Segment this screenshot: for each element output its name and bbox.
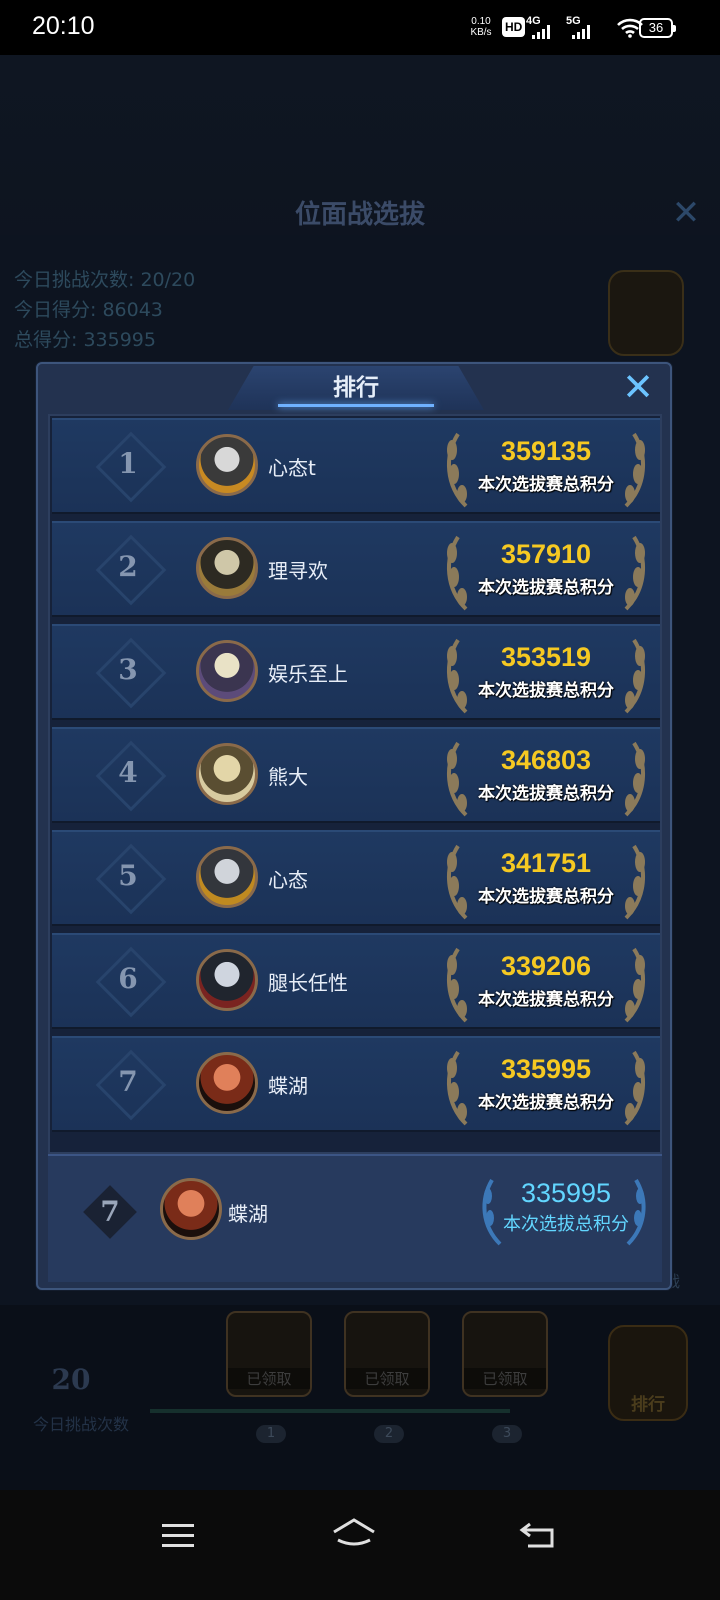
my-score: 335995 [520, 1178, 612, 1208]
player-name: 理寻欢 [268, 559, 328, 583]
score-caption: 本次选拔赛总积分 [478, 578, 614, 598]
my-rank-number: 7 [100, 1195, 120, 1228]
avatar[interactable] [196, 537, 258, 599]
avatar[interactable] [196, 1052, 258, 1114]
score-caption: 本次选拔赛总积分 [478, 475, 614, 495]
score-caption: 本次选拔赛总积分 [478, 681, 614, 701]
system-nav-bar [0, 1490, 720, 1600]
rank-number: 4 [118, 756, 138, 789]
back-icon[interactable] [508, 1510, 568, 1560]
status-bar: 20:10 0.10 KB/s HD 4G 5G 36 [0, 0, 720, 55]
chest-index: 3 [492, 1425, 522, 1443]
background-close-icon[interactable]: ✕ [668, 195, 704, 231]
clock: 20:10 [32, 12, 95, 40]
stat-challenges: 今日挑战次数: 20/20 [14, 269, 196, 291]
today-count-label: 今日挑战次数 [32, 1415, 129, 1434]
player-name: 心态t [268, 456, 316, 480]
player-score: 359135 [500, 436, 592, 466]
ranking-list[interactable]: 1 心态t 359135 本次选拔赛总积分 2 理寻欢 357910 本次选拔赛总积分 3 娱乐至… [48, 414, 662, 1154]
modal-title: 排行 [333, 375, 379, 401]
reward-chest-3[interactable]: 已领取 3 [462, 1311, 548, 1443]
today-challenges: 20 今日挑战次数 [16, 1345, 129, 1455]
ranking-row[interactable]: 1 心态t 359135 本次选拔赛总积分 [52, 418, 660, 514]
player-score: 357910 [500, 539, 592, 569]
background-rank-button[interactable]: 排行 [608, 1325, 688, 1421]
sim2-signal-icon: 5G [566, 15, 606, 39]
reward-progress-bar [150, 1409, 510, 1413]
ranking-row[interactable]: 4 熊大 346803 本次选拔赛总积分 [52, 727, 660, 823]
ranking-row[interactable]: 6 腿长任性 339206 本次选拔赛总积分 [52, 933, 660, 1029]
ranking-row[interactable]: 2 理寻欢 357910 本次选拔赛总积分 [52, 521, 660, 617]
rank-number: 6 [118, 962, 138, 995]
ranking-row[interactable]: 5 心态 341751 本次选拔赛总积分 [52, 830, 660, 926]
modal-header: 排行 ✕ [38, 364, 670, 414]
chest-claimed-label: 已领取 [346, 1368, 428, 1389]
close-icon[interactable]: ✕ [620, 368, 656, 406]
title-glow [278, 404, 434, 407]
chest-claimed-label: 已领取 [228, 1368, 310, 1389]
avatar[interactable] [196, 434, 258, 496]
ranking-row[interactable]: 3 娱乐至上 353519 本次选拔赛总积分 [52, 624, 660, 720]
player-score: 341751 [500, 848, 592, 878]
hd-voice-icon: HD [502, 17, 526, 37]
ranking-row[interactable]: 7 蝶湖 335995 本次选拔赛总积分 [52, 1036, 660, 1132]
player-score: 335995 [500, 1054, 592, 1084]
player-score: 339206 [500, 951, 592, 981]
score-caption: 本次选拔赛总积分 [478, 990, 614, 1010]
avatar[interactable] [196, 949, 258, 1011]
network-speed: 0.10 KB/s [466, 16, 496, 38]
reward-chest-1[interactable]: 已领取 1 [226, 1311, 312, 1443]
chest-claimed-label: 已领取 [464, 1368, 546, 1389]
score-caption: 本次选拔赛总积分 [478, 1093, 614, 1113]
reward-chest-2[interactable]: 已领取 2 [344, 1311, 430, 1443]
bottom-bar: 20 今日挑战次数 已领取 1 已领取 2 已领取 3 排行 [0, 1305, 720, 1490]
player-name: 娱乐至上 [268, 662, 348, 686]
chest-index: 1 [256, 1425, 286, 1443]
avatar[interactable] [160, 1178, 222, 1240]
rank-number: 2 [118, 550, 138, 583]
stat-total-score: 总得分: 335995 [14, 329, 156, 351]
today-count: 20 [51, 1363, 91, 1396]
stat-today-score: 今日得分: 86043 [14, 299, 163, 321]
network-speed-unit: KB/s [470, 27, 492, 38]
ranking-modal: 排行 ✕ 1 心态t 359135 本次选拔赛总积分 2 理寻欢 357910 本次选拔赛总积… [36, 362, 672, 1290]
player-score: 346803 [500, 745, 592, 775]
player-name: 熊大 [268, 765, 308, 789]
background-title: 位面战选拔 [294, 200, 425, 230]
avatar[interactable] [196, 640, 258, 702]
rank-number: 3 [118, 653, 138, 686]
chest-index: 2 [374, 1425, 404, 1443]
avatar[interactable] [196, 846, 258, 908]
sim1-signal-icon: 4G [526, 15, 566, 39]
background-stats: 今日挑战次数: 20/20 今日得分: 86043 总得分: 335995 [14, 265, 195, 355]
network-speed-value: 0.10 [471, 16, 491, 27]
battery-icon: 36 [639, 18, 676, 38]
player-name: 腿长任性 [268, 971, 348, 995]
score-caption: 本次选拔赛总积分 [478, 887, 614, 907]
my-rank-row: 7 蝶湖 335995 本次选拔总积分 [48, 1154, 662, 1282]
menu-icon[interactable] [148, 1510, 208, 1560]
player-score: 353519 [500, 642, 592, 672]
background-side-button[interactable] [608, 270, 684, 356]
home-icon[interactable] [324, 1510, 384, 1560]
avatar[interactable] [196, 743, 258, 805]
rank-number: 5 [118, 859, 138, 892]
my-score-caption: 本次选拔总积分 [503, 1214, 629, 1235]
rank-number: 1 [118, 447, 138, 480]
score-caption: 本次选拔赛总积分 [478, 784, 614, 804]
rank-number: 7 [118, 1065, 138, 1098]
player-name: 心态 [268, 868, 308, 892]
my-player-name: 蝶湖 [228, 1202, 268, 1226]
background-rank-label: 排行 [631, 1395, 665, 1415]
player-name: 蝶湖 [268, 1074, 308, 1098]
